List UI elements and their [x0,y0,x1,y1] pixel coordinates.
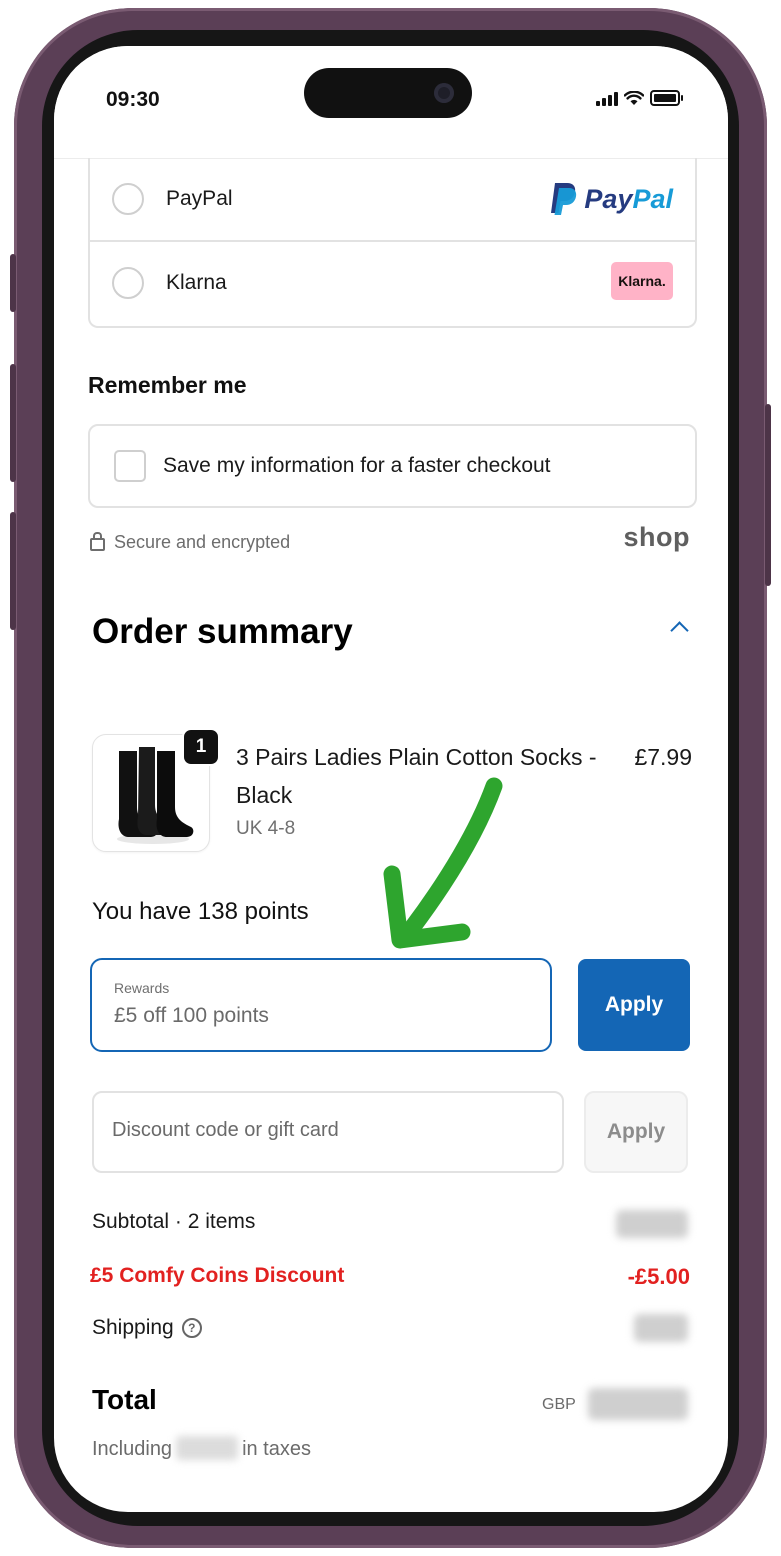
order-summary-title: Order summary [92,612,353,651]
shipping-row: Shipping? [92,1316,202,1340]
save-info-checkbox[interactable] [114,450,146,482]
payment-option-label: Klarna [166,271,227,294]
silent-switch [10,254,16,312]
klarna-logo: Klarna. [611,262,673,300]
power-button [765,404,771,586]
paypal-radio[interactable] [112,183,144,215]
total-value-redacted [588,1388,688,1420]
product-variant: UK 4-8 [236,818,296,839]
subtotal-value-redacted [616,1210,688,1238]
total-currency: GBP [542,1396,576,1413]
chevron-up-icon[interactable] [670,621,689,640]
discount-code-input[interactable]: Discount code or gift card [92,1091,564,1173]
battery-icon [650,90,683,106]
discount-amount: -£5.00 [627,1264,690,1289]
rewards-label: Rewards [114,980,170,996]
wifi-icon [624,91,644,105]
taxes-prefix: Including [92,1438,173,1460]
volume-down-button [10,512,16,630]
payment-methods: PayPal PayPal Klarna Klarna. [88,158,697,328]
total-label: Total [92,1384,157,1415]
status-bar: 09:30 [54,46,728,159]
points-balance: You have 138 points [92,898,309,925]
klarna-radio[interactable] [112,267,144,299]
discount-label: £5 Comfy Coins Discount [90,1264,345,1287]
paypal-mark-icon [551,183,577,215]
shipping-label: Shipping [92,1316,174,1339]
status-time: 09:30 [106,88,160,111]
discount-placeholder: Discount code or gift card [112,1119,339,1141]
dynamic-island [304,68,472,118]
quantity-badge: 1 [182,728,220,766]
payment-option-paypal[interactable]: PayPal PayPal [90,158,695,242]
taxes-value-redacted [176,1436,239,1460]
product-name: 3 Pairs Ladies Plain Cotton Socks - Blac… [236,744,597,808]
paypal-logo: PayPal [548,182,673,216]
payment-option-klarna[interactable]: Klarna Klarna. [90,242,695,324]
product-price: £7.99 [634,744,692,770]
help-icon[interactable]: ? [181,1318,202,1338]
apply-rewards-button[interactable]: Apply [578,959,690,1051]
remember-me-heading: Remember me [88,372,247,398]
status-icons [596,90,683,106]
taxes-note: Including in taxes [92,1436,311,1461]
secure-text: Secure and encrypted [114,532,291,552]
save-info-option[interactable]: Save my information for a faster checkou… [88,424,697,508]
signal-icon [596,92,618,106]
lock-icon [90,532,105,551]
rewards-select[interactable]: Rewards £5 off 100 points [90,958,552,1052]
camera-icon [434,83,454,103]
volume-up-button [10,364,16,482]
shipping-value-redacted [634,1314,688,1342]
paypal-wordmark: PayPal [584,183,673,214]
subtotal-label: Subtotal · 2 items [92,1210,256,1233]
rewards-value: £5 off 100 points [114,1004,269,1027]
shop-logo: shop [623,522,690,552]
screen: 09:30 PayPal PayPal Klarna Klarna. Remem… [54,46,728,1512]
secure-notice: Secure and encrypted [90,532,290,553]
payment-option-label: PayPal [166,187,233,210]
save-info-label: Save my information for a faster checkou… [163,454,551,477]
taxes-suffix: in taxes [242,1438,311,1460]
apply-discount-button[interactable]: Apply [584,1091,688,1173]
